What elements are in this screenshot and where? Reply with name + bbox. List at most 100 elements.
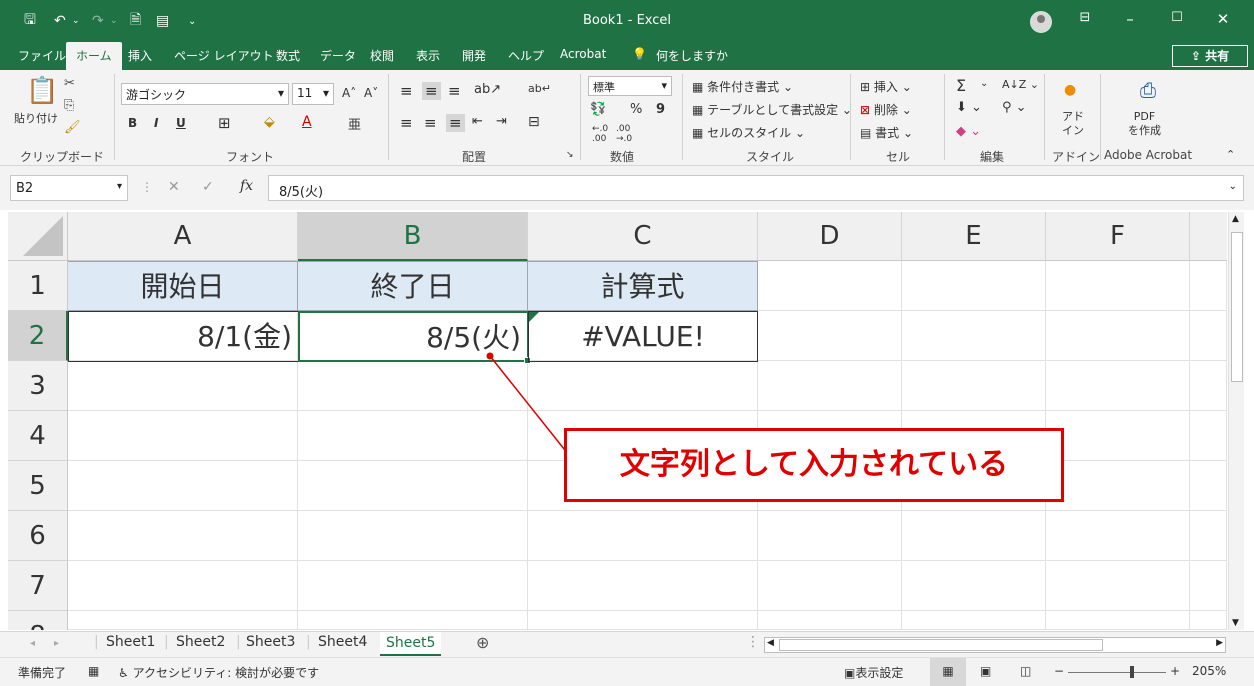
display-settings-button[interactable]: ▣表示設定 (844, 664, 903, 681)
scroll-left-icon[interactable]: ◀ (767, 638, 774, 648)
maximize-icon[interactable]: ☐ (1162, 10, 1192, 25)
zoom-in-icon[interactable]: + (1170, 664, 1180, 678)
name-box[interactable]: B2 ▾ (10, 175, 128, 201)
tab-home[interactable]: ホーム (66, 42, 122, 70)
increase-indent-icon[interactable]: ⇥ (496, 114, 507, 129)
scroll-thumb[interactable] (1231, 232, 1243, 382)
tab-review[interactable]: 校閲 (370, 47, 394, 64)
zoom-slider-thumb[interactable] (1130, 666, 1134, 678)
formula-input[interactable]: 8/5(火) ⌄ (268, 175, 1244, 201)
font-size-select[interactable]: 11 ▾ (292, 83, 334, 105)
conditional-formatting-button[interactable]: ▦ 条件付き書式 ⌄ (692, 78, 793, 95)
dialog-launcher-icon[interactable]: ↘ (566, 150, 574, 160)
normal-view-icon[interactable]: ▦ (930, 658, 966, 686)
orientation-icon[interactable]: ab↗ (474, 82, 501, 97)
zoom-out-icon[interactable]: − (1054, 664, 1064, 678)
align-middle-icon[interactable]: ≡ (422, 82, 441, 100)
sheet-tab-4[interactable]: Sheet4 (318, 634, 367, 650)
pdf-icon[interactable]: ⎙ (1140, 78, 1156, 102)
enter-icon[interactable]: ✓ (202, 179, 214, 195)
font-grow-icon[interactable]: A˄ (342, 86, 356, 100)
font-color-icon[interactable]: A (302, 114, 312, 130)
accessibility-status[interactable]: ♿ アクセシビリティ: 検討が必要です (118, 664, 319, 681)
autosum-button[interactable]: Σ (956, 76, 966, 95)
align-center-icon[interactable]: ≡ (424, 114, 437, 132)
increase-decimal-icon[interactable]: ←.0.00 (592, 124, 608, 144)
delete-cells-button[interactable]: ⊠ 削除 ⌄ (860, 101, 912, 118)
sheet-tab-3[interactable]: Sheet3 (246, 634, 295, 650)
tab-formulas[interactable]: 数式 (276, 47, 300, 64)
addins-icon[interactable]: ● (1064, 82, 1076, 98)
minimize-icon[interactable]: – (1115, 10, 1145, 28)
tab-data[interactable]: データ (320, 47, 356, 64)
vertical-scrollbar[interactable]: ▲ ▼ (1228, 212, 1244, 630)
currency-icon[interactable]: 💱 (590, 102, 606, 117)
h-scroll-thumb[interactable] (779, 639, 1103, 651)
sheet-tab-1[interactable]: Sheet1 (106, 634, 155, 650)
align-top-icon[interactable]: ≡ (400, 82, 413, 100)
cell-styles-button[interactable]: ▦ セルのスタイル ⌄ (692, 124, 805, 141)
format-as-table-button[interactable]: ▦ テーブルとして書式設定 ⌄ (692, 101, 852, 118)
tab-page-layout[interactable]: ページ レイアウト (174, 47, 274, 64)
tab-view[interactable]: 表示 (416, 47, 440, 64)
scroll-down-icon[interactable]: ▼ (1232, 618, 1239, 628)
underline-button[interactable]: U (176, 116, 186, 130)
cut-icon[interactable]: ✂ (64, 76, 75, 91)
chevron-down-icon[interactable]: ⌄ (980, 78, 988, 89)
clear-icon[interactable]: ◆ ⌄ (956, 124, 981, 139)
page-layout-view-icon[interactable]: ▣ (980, 664, 991, 678)
macro-record-icon[interactable]: ▦ (88, 664, 99, 678)
share-button[interactable]: ⇪ 共有 (1172, 45, 1248, 67)
expand-formula-icon[interactable]: ⌄ (1229, 181, 1237, 192)
tell-me-search[interactable]: 何をしますか (656, 47, 728, 64)
sort-filter-icon[interactable]: A↓Z ⌄ (1002, 78, 1039, 91)
add-sheet-icon[interactable]: ⊕ (476, 633, 489, 652)
page-break-view-icon[interactable]: ◫ (1020, 664, 1031, 678)
find-select-icon[interactable]: ⚲ ⌄ (1002, 100, 1027, 115)
paste-icon[interactable]: 📋 (26, 76, 58, 106)
wrap-text-icon[interactable]: ab↵ (528, 82, 551, 95)
phonetic-icon[interactable]: 亜 (348, 114, 361, 133)
close-icon[interactable]: ✕ (1208, 10, 1238, 28)
tab-acrobat[interactable]: Acrobat (560, 47, 606, 61)
font-name-select[interactable]: 游ゴシック ▾ (121, 83, 289, 105)
tab-insert[interactable]: 挿入 (128, 47, 152, 64)
decrease-decimal-icon[interactable]: .00 →.0 (616, 124, 632, 144)
collapse-ribbon-icon[interactable]: ⌃ (1226, 148, 1235, 161)
scroll-up-icon[interactable]: ▲ (1232, 214, 1239, 224)
split-handle-icon[interactable]: ⋮ (746, 634, 760, 650)
align-right-icon[interactable]: ≡ (446, 114, 465, 132)
paste-label[interactable]: 貼り付け (14, 110, 58, 126)
scroll-right-icon[interactable]: ▶ (1216, 638, 1223, 648)
tab-developer[interactable]: 開発 (462, 47, 486, 64)
tab-file[interactable]: ファイル (18, 47, 66, 64)
create-pdf-label[interactable]: PDF を作成 (1128, 110, 1161, 138)
font-shrink-icon[interactable]: A˅ (364, 86, 378, 100)
italic-button[interactable]: I (154, 116, 158, 130)
fill-color-icon[interactable]: ⬙ (264, 114, 275, 130)
fill-icon[interactable]: ⬇ ⌄ (956, 100, 982, 115)
bold-button[interactable]: B (128, 116, 137, 130)
next-sheet-icon[interactable]: ▸ (54, 638, 59, 649)
merge-center-icon[interactable]: ⊟ (528, 114, 540, 130)
user-avatar[interactable] (1030, 11, 1052, 33)
align-bottom-icon[interactable]: ≡ (448, 82, 461, 100)
align-left-icon[interactable]: ≡ (400, 114, 413, 132)
zoom-level[interactable]: 205% (1192, 664, 1226, 678)
decrease-indent-icon[interactable]: ⇤ (472, 114, 483, 129)
prev-sheet-icon[interactable]: ◂ (30, 638, 35, 649)
borders-icon[interactable]: ⊞ (218, 114, 231, 132)
copy-icon[interactable]: ⎘ (64, 98, 74, 113)
cancel-icon[interactable]: ✕ (168, 179, 180, 195)
sheet-tab-5[interactable]: Sheet5 (380, 632, 442, 656)
ribbon-display-icon[interactable]: ⊟ (1070, 10, 1100, 25)
sheet-tab-2[interactable]: Sheet2 (176, 634, 225, 650)
percent-button[interactable]: % (630, 102, 642, 117)
addins-button-label[interactable]: アド イン (1062, 110, 1084, 138)
format-painter-icon[interactable]: 🖌 (64, 120, 81, 135)
tab-help[interactable]: ヘルプ (508, 47, 544, 64)
comma-button[interactable]: 9 (656, 102, 665, 117)
format-cells-button[interactable]: ▤ 書式 ⌄ (860, 124, 913, 141)
number-format-select[interactable]: 標準 ▾ (588, 76, 672, 96)
insert-function-button[interactable]: fx (240, 178, 253, 194)
